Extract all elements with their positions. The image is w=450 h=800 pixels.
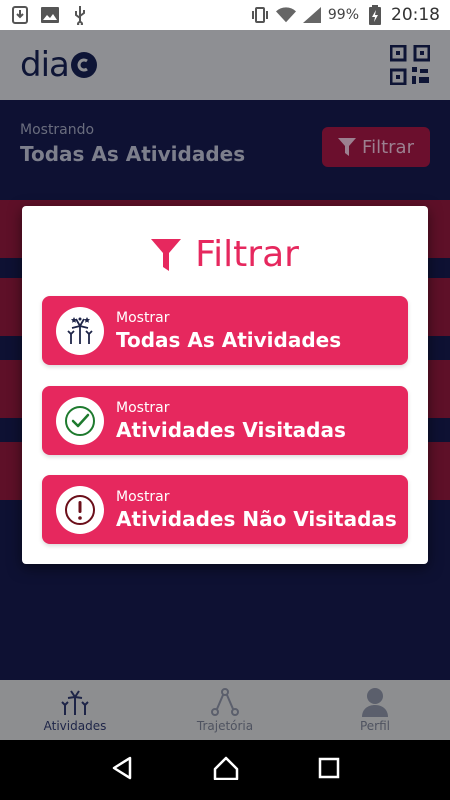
logo-text: dia — [20, 45, 70, 85]
alert-circle-icon — [56, 485, 104, 534]
option-unvisited-activities[interactable]: Mostrar Atividades Não Visitadas — [42, 475, 408, 544]
option-all-activities[interactable]: Mostrar Todas As Atividades — [42, 296, 408, 365]
system-nav-bar — [0, 740, 450, 800]
option-visited-activities[interactable]: Mostrar Atividades Visitadas — [42, 386, 408, 455]
qr-code-icon[interactable] — [389, 44, 431, 86]
nav-item-atividades[interactable]: Atividades — [0, 680, 150, 740]
filter-button[interactable]: Filtrar — [322, 127, 430, 167]
modal-title: Filtrar — [22, 234, 428, 275]
home-icon[interactable] — [213, 756, 239, 784]
usb-icon — [70, 5, 90, 25]
status-bar: 99% 20:18 — [0, 0, 450, 30]
wifi-icon — [275, 5, 296, 25]
recents-icon[interactable] — [318, 757, 340, 783]
option-big-label: Atividades Visitadas — [116, 417, 346, 442]
filter-button-label: Filtrar — [362, 136, 414, 158]
option-small-label: Mostrar — [116, 309, 170, 326]
signal-icon — [302, 5, 322, 25]
vibrate-icon — [250, 5, 270, 25]
fireworks-icon — [61, 690, 89, 715]
modal-title-text: Filtrar — [195, 234, 299, 275]
back-icon[interactable] — [110, 756, 134, 784]
nav-item-trajetoria[interactable]: Trajetória — [150, 680, 300, 740]
bottom-nav: Atividades Trajetória Perfil — [0, 680, 450, 740]
filter-icon — [338, 138, 357, 156]
clock: 20:18 — [391, 5, 440, 25]
logo-badge-icon — [70, 52, 97, 78]
option-big-label: Todas As Atividades — [116, 327, 342, 352]
fireworks-icon — [56, 306, 104, 355]
image-notification-icon — [40, 5, 60, 25]
download-notification-icon — [10, 5, 30, 25]
check-circle-icon — [56, 396, 104, 445]
filter-bar: Mostrando Todas As Atividades Filtrar — [0, 100, 450, 190]
app-header: dia — [0, 30, 450, 100]
app-logo: dia — [20, 45, 97, 85]
user-icon — [362, 688, 388, 717]
option-small-label: Mostrar — [116, 399, 170, 416]
route-icon — [211, 688, 239, 716]
nav-label-perfil: Perfil — [359, 719, 391, 733]
nav-label-atividades: Atividades — [43, 719, 107, 733]
nav-item-perfil[interactable]: Perfil — [300, 680, 450, 740]
option-big-label: Atividades Não Visitadas — [116, 506, 397, 531]
battery-percent: 99% — [327, 7, 359, 23]
option-small-label: Mostrar — [116, 488, 170, 505]
battery-charging-icon — [365, 5, 385, 25]
filter-icon — [151, 238, 182, 271]
filter-modal: Filtrar Mostrar Todas As Atividades Most… — [22, 206, 428, 564]
nav-label-trajetoria: Trajetória — [196, 719, 254, 733]
